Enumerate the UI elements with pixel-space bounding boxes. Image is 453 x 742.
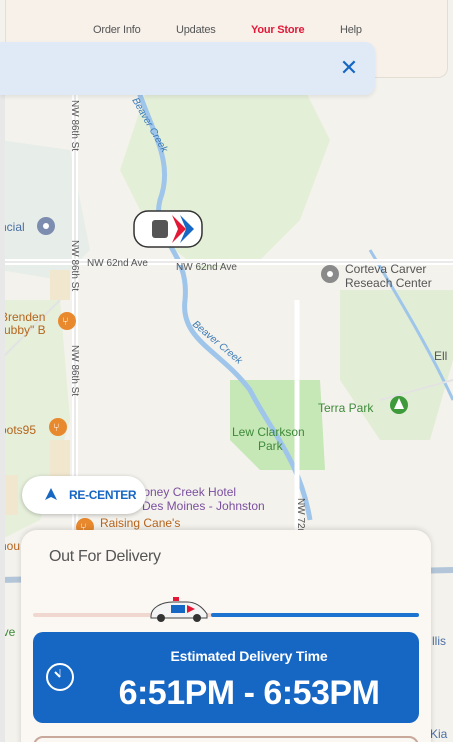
tab-bar: Order Info Updates Your Store Help	[6, 24, 447, 44]
road-label-nw86: NW 86th St	[69, 345, 80, 396]
tab-your-store[interactable]: Your Store	[251, 24, 305, 36]
navigation-arrow-icon	[45, 488, 57, 500]
poi-label-canes: Raising Cane's	[100, 516, 180, 530]
poi-label-ell: Ell	[434, 349, 447, 363]
estimated-delivery-card: Estimated Delivery Time 6:51PM - 6:53PM	[33, 632, 419, 723]
close-icon[interactable]: ✕	[336, 55, 362, 81]
road-label-nw86: NW 86th St	[69, 240, 80, 291]
delivery-progress-bar	[33, 613, 419, 617]
poi-label-hotel: toney Creek Hotel	[140, 485, 236, 499]
tab-updates[interactable]: Updates	[176, 24, 216, 36]
svg-text:⑂: ⑂	[53, 422, 60, 434]
delivery-progress-fill	[211, 613, 419, 617]
poi-label-llis: llis	[432, 634, 446, 648]
driver-car-marker-icon	[133, 210, 203, 248]
road-label-nw62: NW 62nd Ave	[87, 258, 148, 269]
delivery-status-panel: Out For Delivery Estimated Delivery Time…	[21, 530, 431, 742]
delivery-status-title: Out For Delivery	[49, 548, 161, 565]
estimated-delivery-label: Estimated Delivery Time	[170, 648, 328, 664]
estimated-delivery-time: 6:51PM - 6:53PM	[118, 674, 380, 712]
road-label-nw86: NW 86th St	[69, 100, 80, 151]
recenter-button[interactable]: RE-CENTER	[22, 476, 146, 514]
tab-order-info[interactable]: Order Info	[93, 24, 141, 36]
park-label-terra: Terra Park	[318, 401, 374, 415]
poi-label-hotel: Des Moines - Johnston	[142, 499, 265, 513]
poi-label-brenden: ubby" B	[4, 323, 46, 337]
park-label-lew-clarkson: Park	[258, 439, 284, 453]
road-label-nw62: NW 62nd Ave	[176, 262, 237, 273]
poi-label-kia: Kia	[430, 727, 448, 741]
delivery-car-icon	[150, 597, 208, 622]
poi-label-boots: oots95	[0, 423, 36, 437]
panel-secondary-button[interactable]	[33, 736, 419, 742]
poi-label-brenden: Brenden	[0, 310, 45, 324]
restaurant-pin-icon: ⑂	[58, 312, 76, 330]
park-label-lew-clarkson: Lew Clarkson	[232, 425, 305, 439]
tab-help[interactable]: Help	[340, 24, 362, 36]
recenter-label: RE-CENTER	[69, 488, 137, 502]
poi-label-corteva: Reseach Center	[345, 276, 432, 290]
restaurant-pin-icon: ⑂	[49, 418, 67, 436]
map-edge	[0, 78, 5, 742]
poi-pin-icon	[37, 217, 55, 235]
notification-banner: ✕	[0, 42, 375, 95]
poi-pin-icon	[321, 265, 339, 283]
park-pin-icon	[390, 396, 408, 414]
poi-label-corteva: Corteva Carver	[345, 262, 426, 276]
svg-text:⑂: ⑂	[62, 316, 69, 328]
